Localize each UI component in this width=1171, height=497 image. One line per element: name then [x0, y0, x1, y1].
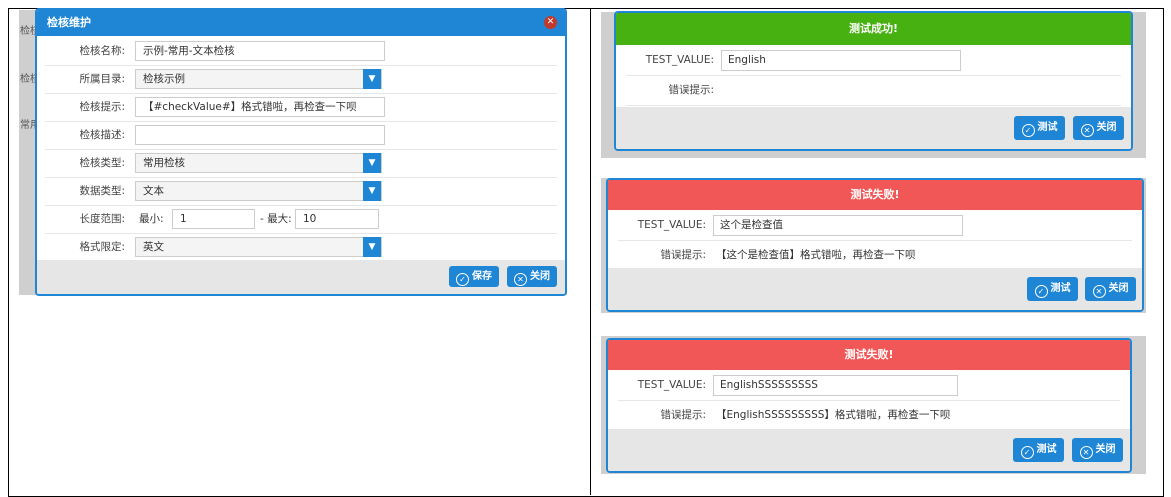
- check-circle-icon: ✓: [1034, 285, 1048, 298]
- close-button[interactable]: ✕ 关闭: [507, 266, 557, 287]
- chevron-down-icon[interactable]: ▼: [363, 181, 381, 201]
- field-row-catalog: 所属目录: 检核示例 ▼: [45, 65, 557, 94]
- chevron-down-icon[interactable]: ▼: [363, 237, 381, 257]
- test-button[interactable]: ✓ 测试: [1013, 438, 1064, 462]
- check-circle-icon: ✓: [456, 273, 469, 286]
- test-value-input[interactable]: EnglishSSSSSSSSS: [713, 375, 958, 396]
- dialog-header: 检核维护 ✕: [37, 10, 565, 36]
- test-value-input[interactable]: 这个是检查值: [713, 215, 963, 236]
- field-label: 检核名称:: [79, 45, 125, 57]
- close-circle-icon: ✕: [1079, 446, 1093, 459]
- check-maintenance-dialog: 检核维护 ✕ 检核名称: 示例-常用-文本检核 所属目录: 检核示例 ▼ 检核提…: [35, 8, 567, 296]
- field-row-hint: 检核提示: 【#checkValue#】格式错啦，再检查一下呗: [45, 93, 557, 122]
- dialog-title: 检核维护: [47, 16, 91, 29]
- test-status-text: 测试成功!: [848, 22, 899, 35]
- close-button[interactable]: ✕ 关闭: [1073, 116, 1124, 140]
- field-label: 数据类型:: [79, 185, 125, 197]
- test-button[interactable]: ✓ 测试: [1014, 116, 1065, 140]
- field-label: 所属目录:: [79, 73, 125, 85]
- field-row-datatype: 数据类型: 文本 ▼: [45, 177, 557, 206]
- error-row: 错误提示:: [626, 75, 1121, 106]
- error-label: 错误提示:: [660, 249, 706, 261]
- test-value-row: TEST_VALUE: English: [626, 45, 1121, 76]
- chevron-down-icon[interactable]: ▼: [363, 69, 381, 89]
- data-type-select[interactable]: 文本 ▼: [135, 181, 382, 201]
- error-text: 【这个是检查值】格式错啦，再检查一下呗: [716, 249, 916, 261]
- error-row: 错误提示: 【这个是检查值】格式错啦，再检查一下呗: [618, 240, 1132, 271]
- save-button[interactable]: ✓ 保存: [449, 266, 499, 287]
- field-row-name: 检核名称: 示例-常用-文本检核: [45, 37, 557, 66]
- error-label: 错误提示:: [668, 84, 714, 96]
- check-circle-icon: ✓: [1020, 446, 1034, 459]
- close-circle-icon: ✕: [1092, 285, 1106, 298]
- test-dialog-success: 测试成功! TEST_VALUE: English 错误提示: ✓ 测试 ✕ 关闭: [614, 11, 1133, 151]
- data-type-value: 文本: [143, 185, 164, 197]
- test-status-header: 测试失败!: [608, 340, 1130, 370]
- close-circle-icon: ✕: [1080, 124, 1094, 137]
- test-value-label: TEST_VALUE:: [637, 379, 706, 391]
- check-type-value: 常用检核: [143, 157, 185, 169]
- format-select[interactable]: 英文 ▼: [135, 237, 382, 257]
- test-value-row: TEST_VALUE: EnglishSSSSSSSSS: [618, 370, 1120, 401]
- max-length-input[interactable]: 10: [295, 209, 379, 229]
- error-text: 【EnglishSSSSSSSSS】格式错啦，再检查一下呗: [716, 409, 951, 421]
- test-value-label: TEST_VALUE:: [637, 219, 706, 231]
- test-value-input[interactable]: English: [721, 50, 961, 71]
- field-label: 检核提示:: [79, 101, 125, 113]
- field-label: 检核类型:: [79, 157, 125, 169]
- test-dialog-footer: ✓ 测试 ✕ 关闭: [608, 429, 1130, 471]
- dialog-footer: ✓ 保存 ✕ 关闭: [37, 260, 565, 294]
- field-row-format: 格式限定: 英文 ▼: [45, 233, 557, 262]
- field-row-range: 长度范围: 最小: 1 - 最大: 10: [45, 205, 557, 234]
- close-button[interactable]: ✕ 关闭: [1085, 277, 1136, 301]
- catalog-select[interactable]: 检核示例 ▼: [135, 69, 382, 89]
- field-label: 长度范围:: [79, 213, 125, 225]
- test-status-text: 测试失败!: [850, 188, 900, 201]
- test-value-label: TEST_VALUE:: [645, 54, 714, 66]
- test-button[interactable]: ✓ 测试: [1027, 277, 1078, 301]
- format-value: 英文: [143, 241, 164, 253]
- test-dialog-failure: 测试失败! TEST_VALUE: 这个是检查值 错误提示: 【这个是检查值】格…: [606, 178, 1144, 312]
- catalog-select-value: 检核示例: [143, 73, 185, 85]
- check-circle-icon: ✓: [1021, 124, 1035, 137]
- chevron-down-icon[interactable]: ▼: [363, 153, 381, 173]
- check-type-select[interactable]: 常用检核 ▼: [135, 153, 382, 173]
- close-icon[interactable]: ✕: [544, 16, 557, 29]
- field-label: 格式限定:: [79, 241, 125, 253]
- close-button[interactable]: ✕ 关闭: [1072, 438, 1123, 462]
- max-label: - 最大:: [260, 213, 292, 225]
- field-row-type: 检核类型: 常用检核 ▼: [45, 149, 557, 178]
- test-status-text: 测试失败!: [844, 348, 894, 361]
- min-length-input[interactable]: 1: [172, 209, 255, 229]
- test-dialog-footer: ✓ 测试 ✕ 关闭: [616, 107, 1131, 149]
- test-status-header: 测试成功!: [616, 13, 1131, 45]
- check-name-input[interactable]: 示例-常用-文本检核: [135, 41, 385, 61]
- test-dialog-failure: 测试失败! TEST_VALUE: EnglishSSSSSSSSS 错误提示:…: [606, 338, 1132, 473]
- error-label: 错误提示:: [660, 409, 706, 421]
- test-value-row: TEST_VALUE: 这个是检查值: [618, 210, 1132, 241]
- close-circle-icon: ✕: [514, 273, 527, 286]
- field-label: 检核描述:: [79, 129, 125, 141]
- field-row-desc: 检核描述:: [45, 121, 557, 150]
- check-hint-input[interactable]: 【#checkValue#】格式错啦，再检查一下呗: [135, 97, 385, 117]
- min-label: 最小:: [139, 213, 164, 225]
- test-dialog-footer: ✓ 测试 ✕ 关闭: [608, 268, 1142, 310]
- table-divider: [590, 8, 591, 495]
- test-status-header: 测试失败!: [608, 180, 1142, 210]
- error-row: 错误提示: 【EnglishSSSSSSSSS】格式错啦，再检查一下呗: [618, 400, 1120, 431]
- check-description-input[interactable]: [135, 125, 385, 145]
